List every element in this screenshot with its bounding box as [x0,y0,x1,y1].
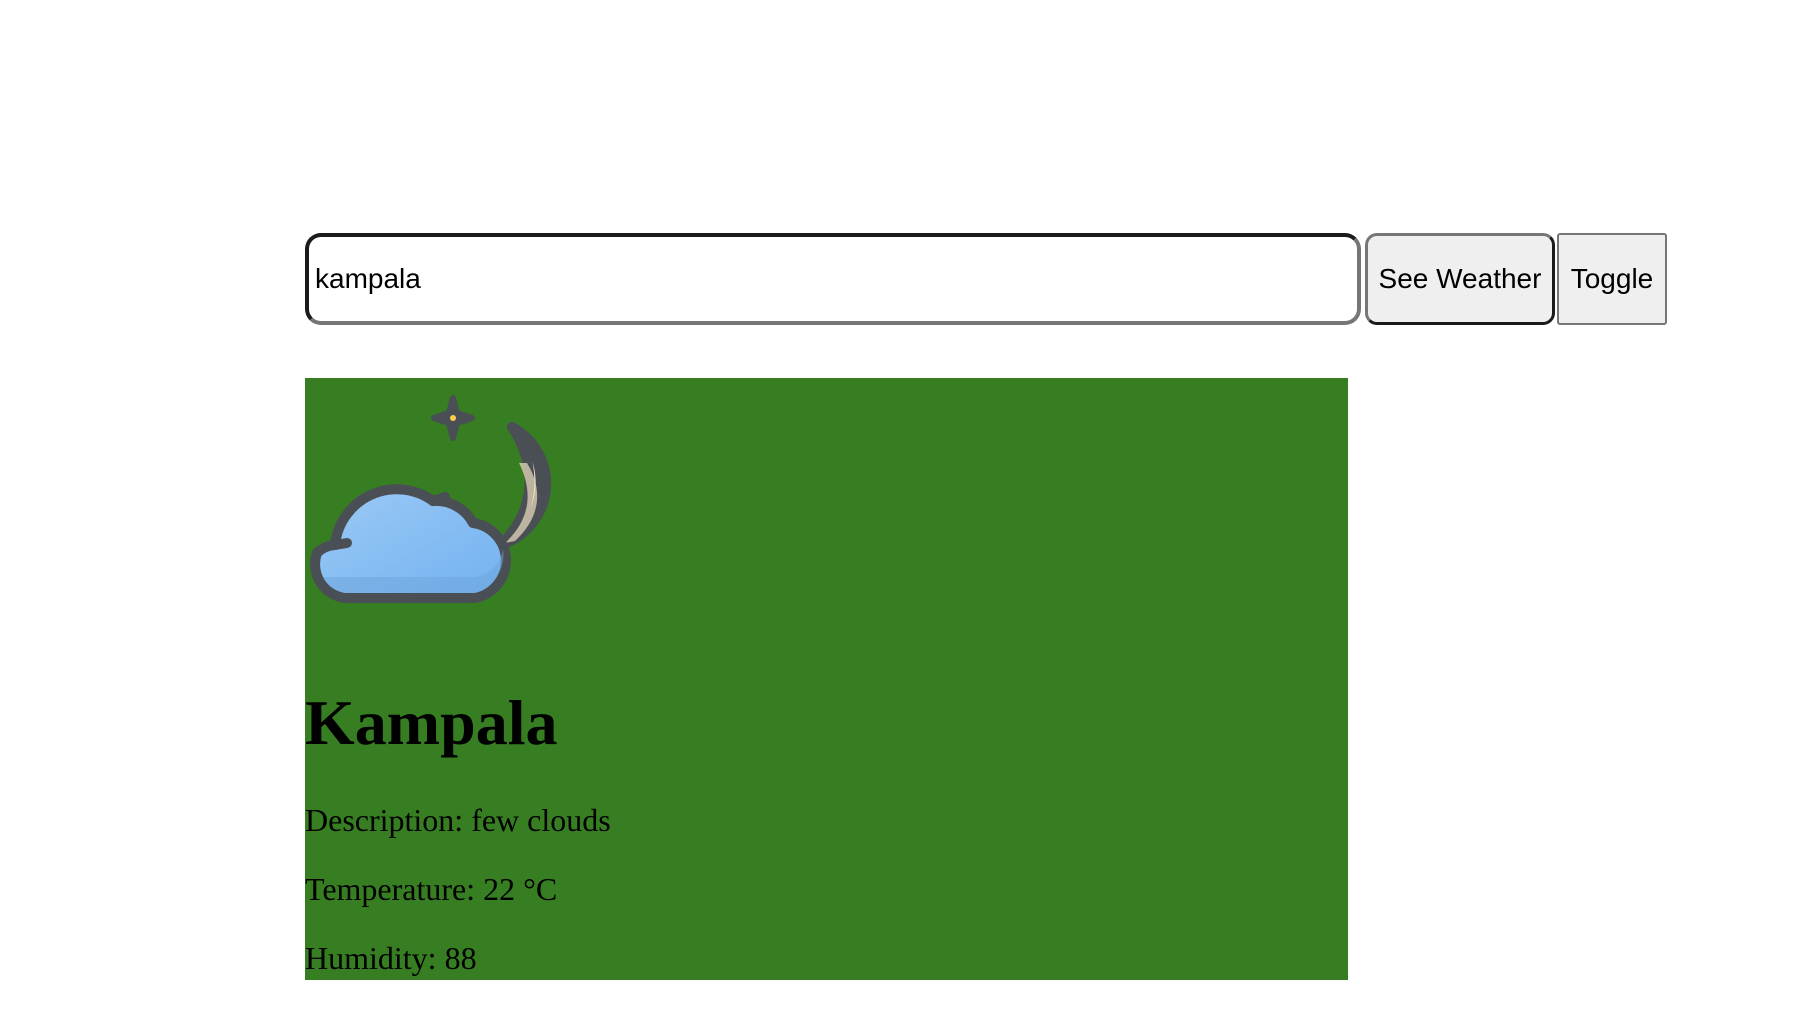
toggle-button[interactable]: Toggle [1557,233,1667,325]
search-bar: See Weather Toggle [305,233,1667,325]
humidity-label: Humidity: [305,940,445,976]
temperature-label: Temperature: [305,871,484,907]
description-label: Description: [305,802,472,838]
temperature-line: Temperature: 22 °C [305,871,557,907]
description-line: Description: few clouds [305,802,611,838]
temperature-value: 22 °C [483,871,558,907]
partly-cloudy-night-icon [310,395,551,603]
see-weather-button[interactable]: See Weather [1365,233,1555,325]
humidity-line: Humidity: 88 [305,940,477,976]
city-search-input[interactable] [305,233,1361,325]
weather-card: Kampala Description: few clouds Temperat… [305,378,1348,980]
city-name: Kampala [305,687,558,758]
humidity-value: 88 [444,940,477,976]
description-value: few clouds [471,802,611,838]
